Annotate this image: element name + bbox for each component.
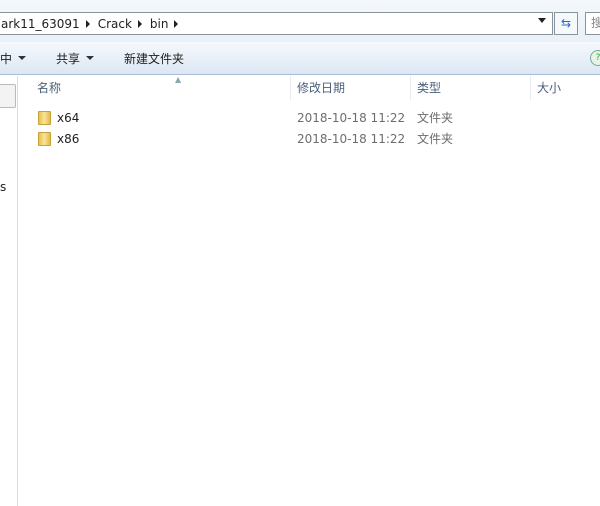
sort-ascending-icon: ▲ [175, 75, 182, 84]
organize-label: 中 [0, 51, 13, 66]
file-name: x64 [57, 111, 80, 125]
chevron-right-icon[interactable] [137, 19, 142, 28]
file-date: 2018-10-18 11:22 [297, 111, 406, 125]
share-label: 共享 [56, 51, 81, 66]
chevron-down-icon [18, 56, 27, 60]
column-header-name[interactable]: 名称 [31, 76, 291, 100]
folder-icon [38, 111, 51, 125]
column-header-size[interactable]: 大小 [531, 76, 600, 100]
share-button[interactable]: 共享 [48, 50, 102, 67]
search-input[interactable]: 搜 [585, 12, 600, 35]
new-folder-button[interactable]: 新建文件夹 [116, 50, 192, 67]
breadcrumb-item[interactable]: Crack [98, 17, 132, 31]
file-name: x86 [57, 132, 80, 146]
history-dropdown-icon[interactable] [538, 18, 546, 23]
folder-icon [38, 132, 51, 146]
new-folder-label: 新建文件夹 [124, 51, 185, 66]
chevron-right-icon[interactable] [85, 19, 90, 28]
file-date: 2018-10-18 11:22 [297, 132, 406, 146]
address-bar[interactable]: ark11_63091 Crack bin [0, 12, 553, 35]
file-type: 文件夹 [417, 132, 454, 146]
column-header-type[interactable]: 类型 [411, 76, 531, 100]
navigation-pane [0, 76, 18, 506]
column-header-date[interactable]: 修改日期 [291, 76, 411, 100]
organize-button[interactable]: 中 [0, 50, 34, 67]
breadcrumb-item[interactable]: bin [150, 17, 169, 31]
breadcrumb-item[interactable]: ark11_63091 [1, 17, 80, 31]
address-area: ark11_63091 Crack bin ⇆ 搜 [0, 0, 600, 42]
help-icon[interactable]: ? [590, 50, 600, 66]
command-bar: 中 共享 新建文件夹 [0, 42, 600, 75]
refresh-icon: ⇆ [560, 16, 572, 30]
refresh-button[interactable]: ⇆ [554, 12, 578, 35]
chevron-down-icon [86, 56, 95, 60]
file-row[interactable]: x86 2018-10-18 11:22 文件夹 [19, 129, 519, 149]
search-placeholder: 搜 [591, 16, 600, 30]
file-row[interactable]: x64 2018-10-18 11:22 文件夹 [19, 108, 519, 128]
column-headers: 名称 ▲ 修改日期 类型 大小 [19, 75, 600, 100]
nav-item-selected[interactable] [0, 84, 16, 108]
nav-item[interactable]: s [0, 180, 6, 194]
file-type: 文件夹 [417, 111, 454, 125]
chevron-right-icon[interactable] [174, 19, 179, 28]
